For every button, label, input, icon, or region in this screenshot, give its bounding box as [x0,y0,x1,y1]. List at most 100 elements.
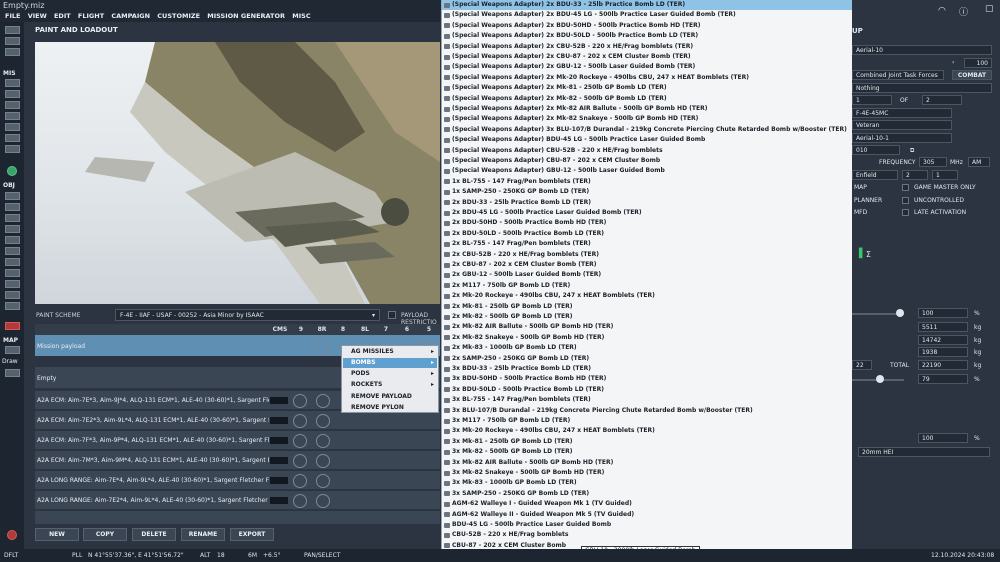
dropdown-item[interactable]: 3x BDU-33 - 25lb Practice Bomb LD (TER) [442,364,852,374]
skill-select[interactable]: Veteran [852,120,952,130]
dropdown-item[interactable]: 3x Mk-82 AIR Ballute - 500lb GP Bomb HD … [442,458,852,468]
map-filter-icon[interactable] [5,346,20,354]
dropdown-item[interactable]: 1x SAMP-250 - 250KG GP Bomb LD (TER) [442,187,852,197]
airbase-icon[interactable] [5,280,20,288]
uncontrolled-checkbox[interactable] [902,197,909,204]
menu-item-bombs[interactable]: BOMBS ▸ [343,358,437,368]
nav-point-icon[interactable] [5,269,20,277]
payload-restriction-checkbox[interactable] [388,311,396,319]
aircraft-type-select[interactable]: F-4E-45MC [852,108,952,118]
layers-icon[interactable] [5,291,20,299]
unit-index-field[interactable]: 1 [852,95,892,105]
dropdown-item[interactable]: (Special Weapons Adapter) 2x BDU-50LD - … [442,31,852,41]
flag-icon[interactable] [5,145,20,153]
table-row[interactable]: A2A ECM: Aim-7E2*3, Aim-9L*4, ALQ-131 EC… [35,411,440,430]
map-options-icon[interactable] [5,369,20,377]
rename-button[interactable]: RENAME [181,528,225,541]
dropdown-item[interactable]: 2x Mk-20 Rockeye - 490lbs CBU, 247 x HEA… [442,291,852,301]
table-row[interactable]: A2A ECM: Aim-7M*3, Aim-9M*4, ALQ-131 ECM… [35,451,440,470]
menu-misc[interactable]: MISC [292,10,310,22]
pylon-slot[interactable] [316,394,330,408]
dropdown-item[interactable]: 2x M117 - 750lb GP Bomb LD (TER) [442,281,852,291]
dropdown-item[interactable]: (Special Weapons Adapter) 3x BLU-107/B D… [442,125,852,135]
zone-icon[interactable] [5,258,20,266]
dropdown-item[interactable]: 2x SAMP-250 - 250KG GP Bomb LD (TER) [442,354,852,364]
dropdown-item[interactable]: 2x BDU-45 LG - 500lb Practice Laser Guid… [442,208,852,218]
draw-label[interactable]: Draw [2,358,18,365]
pylon-slot[interactable] [293,474,307,488]
check-icon[interactable] [5,134,20,142]
dropdown-item[interactable]: 3x BL-755 - 147 Frag/Pen bomblets (TER) [442,395,852,405]
dropdown-item[interactable]: 3x Mk-82 - 500lb GP Bomb LD (TER) [442,447,852,457]
quantity-field[interactable]: 100 [964,58,992,68]
triggers-icon[interactable] [5,112,20,120]
dropdown-item[interactable]: (Special Weapons Adapter) 2x Mk-81 - 250… [442,83,852,93]
dropdown-item[interactable]: 2x Mk-82 AIR Ballute - 500lb GP Bomb HD … [442,322,852,332]
save-icon[interactable] [5,48,20,56]
dropdown-item[interactable]: CBU-52B - 220 x HE/Frag bomblets [442,530,852,540]
aircraft-preview[interactable] [35,42,440,304]
callsign-number-b[interactable]: 1 [932,170,958,180]
pylon-slot[interactable] [293,454,307,468]
menu-item-pods[interactable]: PODS ▸ [343,369,437,379]
dropdown-item[interactable]: 2x Mk-82 Snakeye - 500lb GP Bomb HD (TER… [442,333,852,343]
copy-button[interactable]: COPY [83,528,127,541]
dropdown-item[interactable]: (Special Weapons Adapter) 2x GBU-12 - 50… [442,62,852,72]
dropdown-item[interactable]: (Special Weapons Adapter) 2x Mk-82 Snake… [442,114,852,124]
pylon-slot[interactable] [293,434,307,448]
table-row[interactable]: A2A LONG RANGE: Aim-7E*4, Aim-9L*4, ALE-… [35,471,440,490]
vehicle-icon[interactable] [5,225,20,233]
unit-count-field[interactable]: 2 [922,95,962,105]
table-row[interactable]: A2A ECM: Aim-7F*3, Aim-9P*4, ALQ-131 ECM… [35,431,440,450]
callsign-select[interactable]: Enfield [852,170,898,180]
dropdown-item[interactable]: 3x Mk-82 Snakeye - 500lb GP Bomb HD (TER… [442,468,852,478]
dropdown-item[interactable]: 1x BL-755 - 147 Frag/Pen bomblets (TER) [442,177,852,187]
dropdown-item[interactable]: BDU-45 LG - 500lb Practice Laser Guided … [442,520,852,530]
group-name-field[interactable]: Aerial-10 [852,45,992,55]
frequency-field[interactable]: 305 [919,157,947,167]
pylon-slot[interactable] [316,454,330,468]
pilot-name-field[interactable]: Aerial-10-1 [852,133,952,143]
dropdown-item[interactable]: (Special Weapons Adapter) 2x BDU-45 LG -… [442,10,852,20]
fuel-percent-field[interactable]: 100 [918,308,968,318]
dropdown-item[interactable]: 2x BDU-50LD - 500lb Practice Bomb LD (TE… [442,229,852,239]
template-icon[interactable] [5,247,20,255]
menu-view[interactable]: VIEW [28,10,47,22]
game-master-only-checkbox[interactable] [902,184,909,191]
dropdown-item[interactable]: AGM-62 Walleye I - Guided Weapon Mk 1 (T… [442,499,852,509]
menu-campaign[interactable]: CAMPAIGN [111,10,150,22]
modulation-select[interactable]: AM [968,157,990,167]
dropdown-item[interactable]: AGM-62 Walleye II - Guided Weapon Mk 5 (… [442,510,852,520]
pylon-slot[interactable] [316,494,330,508]
task-select[interactable]: Combined Joint Task Forces [852,70,944,80]
dropdown-item[interactable]: 2x BL-755 - 147 Frag/Pen bomblets (TER) [442,239,852,249]
go-icon[interactable] [7,166,17,176]
menu-flight[interactable]: FLIGHT [78,10,104,22]
menu-item-rockets[interactable]: ROCKETS ▸ [343,380,437,390]
dropdown-item[interactable]: 2x Mk-83 - 1000lb GP Bomb LD (TER) [442,343,852,353]
dropdown-item[interactable]: 2x CBU-52B - 220 x HE/Frag bomblets (TER… [442,250,852,260]
menu-mission-generator[interactable]: MISSION GENERATOR [207,10,285,22]
menu-edit[interactable]: EDIT [54,10,71,22]
dropdown-item[interactable]: 2x CBU-87 - 202 x CEM Cluster Bomb (TER) [442,260,852,270]
late-activation-checkbox[interactable] [902,209,909,216]
table-row[interactable] [35,511,440,525]
dropdown-item[interactable]: 3x BDU-50LD - 500lb Practice Bomb LD (TE… [442,385,852,395]
chaff-slider-knob[interactable] [876,375,884,383]
pylon-slot[interactable] [293,414,307,428]
dropdown-item[interactable]: (Special Weapons Adapter) 2x BDU-33 - 25… [442,0,852,11]
menu-item-remove-pylon[interactable]: REMOVE PYLON [343,403,437,413]
dropdown-item[interactable]: (Special Weapons Adapter) GBU-12 - 500lb… [442,166,852,176]
pylon-slot[interactable] [316,414,330,428]
dropdown-item[interactable]: (Special Weapons Adapter) 2x Mk-82 AIR B… [442,104,852,114]
goals-icon[interactable] [5,101,20,109]
dropdown-item[interactable]: 3x Mk-83 - 1000lb GP Bomb LD (TER) [442,478,852,488]
callsign-number-a[interactable]: 2 [902,170,928,180]
record-icon[interactable] [7,530,17,540]
dropdown-item[interactable]: 3x M117 - 750lb GP Bomb LD (TER) [442,416,852,426]
dropdown-item[interactable]: (Special Weapons Adapter) 2x Mk-20 Rocke… [442,73,852,83]
dropdown-item[interactable]: (Special Weapons Adapter) 2x CBU-87 - 20… [442,52,852,62]
pylon-slot[interactable] [315,340,329,354]
chaff-percent-field[interactable]: 79 [918,374,968,384]
paint-scheme-select[interactable]: F-4E - IIAF - USAF - 00252 - Asia Minor … [115,309,380,321]
